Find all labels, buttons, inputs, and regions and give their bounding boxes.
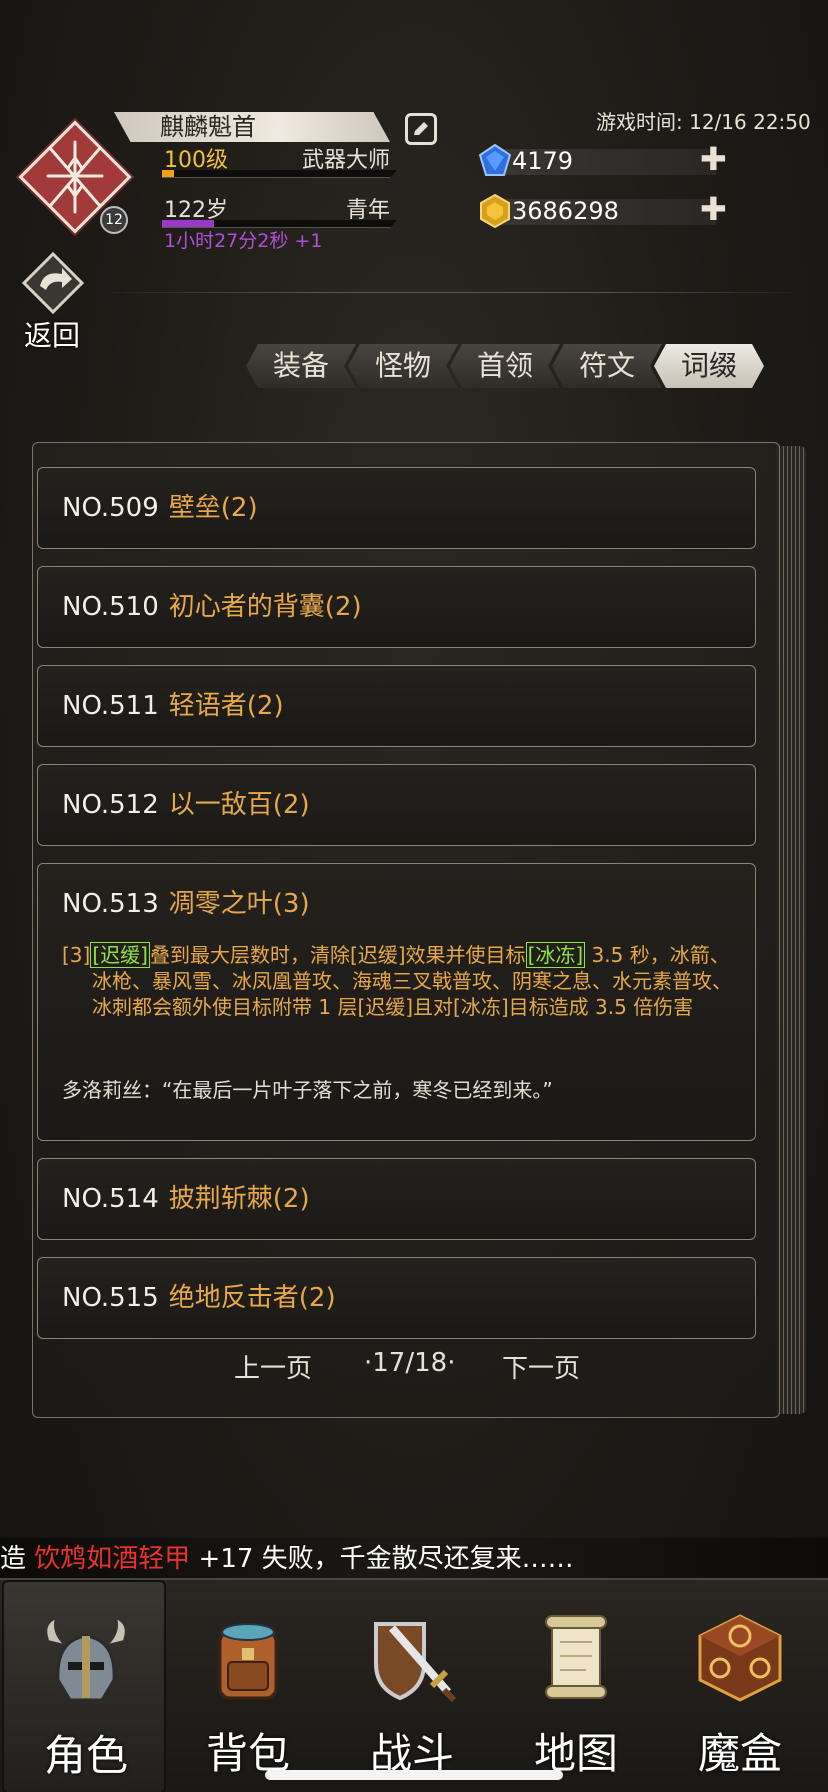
header-divider <box>96 292 814 293</box>
pagination: 上一页 ·17/18· 下一页 <box>32 1348 780 1384</box>
level-row: 100级 武器大师 <box>164 142 390 174</box>
level-progress-fill <box>162 170 174 177</box>
home-indicator[interactable] <box>265 1770 563 1780</box>
character-avatar[interactable]: 12 <box>18 120 132 234</box>
list-item[interactable]: NO.514 披荆斩棘(2) <box>37 1158 756 1240</box>
entry-description: [3] [迟缓] 叠到最大层数时，清除[迟缓]效果并使目标 [冰冻] 3.5 秒，冰箭… <box>62 942 742 1020</box>
game-time: 游戏时间: 12/16 22:50 <box>596 110 811 134</box>
age-row: 122岁 青年 <box>164 192 390 224</box>
gold-gem-icon <box>480 193 510 229</box>
news-ticker: 锻造 饮鸩如酒轻甲 +17 失败，千金散尽还复来…… <box>0 1538 828 1580</box>
tab-bosses[interactable]: 首领 <box>450 344 560 388</box>
gold-counter: 3686298 ✚ <box>478 193 736 229</box>
tab-monsters[interactable]: 怪物 <box>348 344 458 388</box>
keyword-slow[interactable]: [迟缓] <box>90 942 150 968</box>
sword-shield-icon <box>374 1622 457 1703</box>
back-arrow-icon <box>22 252 84 314</box>
prev-page-button[interactable]: 上一页 <box>234 1348 312 1385</box>
nav-label: 魔盒 <box>697 1729 782 1778</box>
bottom-nav: 角色 背包 战斗 地图 魔盒 <box>0 1578 828 1792</box>
tab-runes[interactable]: 符文 <box>552 344 662 388</box>
life-stage-text: 青年 <box>345 198 390 223</box>
ticker-prefix: 锻造 <box>0 1544 27 1574</box>
keyword-freeze[interactable]: [冰冻] <box>525 942 586 968</box>
entry-title: 轻语者(2) <box>168 691 284 721</box>
entry-header: NO.512 以一敌百(2) <box>62 765 310 845</box>
entry-header: NO.511 轻语者(2) <box>62 666 284 746</box>
backpack-icon <box>218 1623 278 1700</box>
entry-number: NO.510 <box>62 592 159 622</box>
list-item[interactable]: NO.515 绝地反击者(2) <box>37 1257 756 1339</box>
entry-quote: 多洛莉丝：“在最后一片叶子落下之前，寒冬已经到来。” <box>62 1078 553 1102</box>
diamond-counter: 4179 ✚ <box>478 143 736 177</box>
list-item[interactable]: NO.510 初心者的背囊(2) <box>37 566 756 648</box>
add-gold-button[interactable]: ✚ <box>700 193 727 225</box>
next-page-button[interactable]: 下一页 <box>502 1348 580 1385</box>
entry-number: NO.509 <box>62 493 159 523</box>
entry-header: NO.509 壁垒(2) <box>62 468 258 548</box>
list-item[interactable]: NO.509 壁垒(2) <box>37 467 756 549</box>
scroll-map-icon <box>545 1615 607 1699</box>
entry-number: NO.512 <box>62 790 159 820</box>
tab-bar: 装备 怪物 首领 符文 词缀 <box>246 344 764 388</box>
book-page-edges <box>776 446 806 1414</box>
entry-number: NO.514 <box>62 1184 159 1214</box>
class-title: 武器大师 <box>301 148 390 173</box>
edit-name-icon[interactable] <box>405 113 437 145</box>
ticker-suffix: +17 失败，千金散尽还复来…… <box>190 1544 574 1574</box>
list-item[interactable]: NO.511 轻语者(2) <box>37 665 756 747</box>
back-button[interactable]: 返回 <box>12 252 92 352</box>
entry-number: NO.511 <box>62 691 159 721</box>
age-text: 122岁 <box>164 198 228 223</box>
list-item-expanded[interactable]: NO.513 凋零之叶(3) [3] [迟缓] 叠到最大层数时，清除[迟缓]效果并使目… <box>37 863 756 1141</box>
magic-box-icon <box>698 1614 782 1702</box>
entry-title: 披荆斩棘(2) <box>168 1184 310 1214</box>
entry-header: NO.513 凋零之叶(3) <box>62 864 310 944</box>
entry-header: NO.510 初心者的背囊(2) <box>62 567 362 647</box>
nav-battle[interactable]: 战斗 <box>330 1580 494 1792</box>
character-name: 麒麟魁首 <box>114 112 390 142</box>
add-diamond-button[interactable]: ✚ <box>700 143 727 175</box>
nav-character[interactable]: 角色 <box>2 1580 166 1792</box>
helmet-icon <box>45 1616 127 1702</box>
nav-magic-box[interactable]: 魔盒 <box>658 1580 822 1792</box>
entry-title: 初心者的背囊(2) <box>168 592 362 622</box>
diamond-amount: 4179 <box>512 147 574 175</box>
nav-label: 角色 <box>43 1731 128 1780</box>
desc-prefix: [3] <box>62 943 91 967</box>
desc-middle: 叠到最大层数时，清除[迟缓]效果并使目标 <box>149 943 526 967</box>
nav-map[interactable]: 地图 <box>494 1580 658 1792</box>
tab-affixes[interactable]: 词缀 <box>654 344 764 388</box>
nav-backpack[interactable]: 背包 <box>166 1580 330 1792</box>
level-progress-bar <box>162 170 397 178</box>
entry-number: NO.513 <box>62 889 159 919</box>
entry-title: 壁垒(2) <box>168 493 258 523</box>
page-indicator: ·17/18· <box>364 1348 456 1378</box>
level-text: 100级 <box>164 148 228 173</box>
tab-equipment[interactable]: 装备 <box>246 344 356 388</box>
age-timer: 1小时27分2秒 +1 <box>164 230 323 252</box>
entry-title: 绝地反击者(2) <box>168 1283 336 1313</box>
avatar-level-badge: 12 <box>100 206 128 234</box>
blue-diamond-icon <box>478 143 512 176</box>
entry-title: 以一敌百(2) <box>168 790 310 820</box>
entry-title: 凋零之叶(3) <box>168 889 310 919</box>
ticker-item: 饮鸩如酒轻甲 <box>34 1544 191 1574</box>
entry-header: NO.515 绝地反击者(2) <box>62 1258 336 1338</box>
crossed-weapons-icon <box>46 140 104 214</box>
entry-header: NO.514 披荆斩棘(2) <box>62 1159 310 1239</box>
gold-amount: 3686298 <box>512 197 619 225</box>
entry-number: NO.515 <box>62 1283 159 1313</box>
back-label: 返回 <box>23 319 80 352</box>
list-item[interactable]: NO.512 以一敌百(2) <box>37 764 756 846</box>
